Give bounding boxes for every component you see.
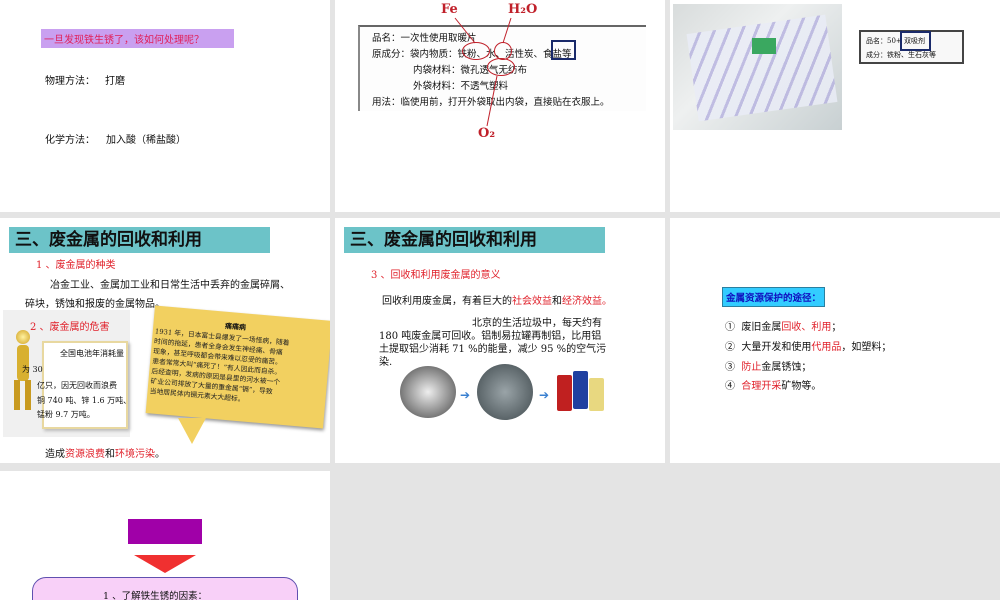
can-red xyxy=(557,375,572,411)
section-heading-hazards: 2 、废金属的危害 xyxy=(30,322,110,333)
slide-thumbnail-4[interactable]: 三、废金属的回收和利用 1 、废金属的种类 冶金工业、金属加工业和日常生活中丢弃… xyxy=(0,218,330,463)
section-heading-significance: 3 、回收和利用废金属的意义 xyxy=(371,270,501,281)
can-gold xyxy=(589,378,604,411)
factors-text: 1 、了解铁生锈的因素： xyxy=(103,591,208,600)
slide-thumbnail-6[interactable]: 金属资源保护的途径： ① 废旧金属回收、利用； ② 大量开发和使用代用品，如塑料… xyxy=(670,218,1000,463)
slide-title: 三、废金属的回收和利用 xyxy=(344,227,605,253)
result-a: 资源浪费 xyxy=(65,449,105,460)
slide-thumbnail-1[interactable]: 一旦发现铁生锈了，该如何处理呢？ 物理方法： 打磨 化学方法： 加入酸（稀盐酸） xyxy=(0,0,330,212)
protection-item-3: ③ 防止金属锈蚀； xyxy=(725,362,812,373)
slide-title: 三、废金属的回收和利用 xyxy=(9,227,270,253)
physical-method-value: 打磨 xyxy=(105,76,125,87)
board-text: 全国电池年消耗量 xyxy=(60,349,124,358)
section-heading-types: 1 、废金属的种类 xyxy=(36,260,116,271)
question-banner: 一旦发现铁生锈了，该如何处理呢？ xyxy=(41,29,234,48)
protection-item-1: ① 废旧金属回收、利用； xyxy=(725,322,842,333)
result-prefix: 造成 xyxy=(45,449,65,460)
result-b: 环境污染 xyxy=(115,449,155,460)
protection-item-2: ② 大量开发和使用代用品，如塑料； xyxy=(725,342,892,353)
arrow-right-icon: ➔ xyxy=(460,388,471,402)
board-text: 铜 740 吨、锌 1.6 万吨、 xyxy=(37,396,132,405)
intro-text: 回收利用废金属，有着巨大的社会效益和经济效益。 xyxy=(382,292,612,307)
intro-prefix: 回收利用废金属，有着巨大的 xyxy=(382,296,512,307)
packet-green-logo xyxy=(752,38,776,54)
intro-a: 社会效益 xyxy=(512,296,552,307)
slide-thumbnail-7[interactable]: 1 、了解铁生锈的因素： xyxy=(0,471,330,600)
intro-b: 经济效益 xyxy=(562,296,602,307)
callout-tail xyxy=(178,418,206,444)
arrow-right-icon: ➔ xyxy=(539,388,550,402)
down-arrow-icon xyxy=(134,555,196,573)
slide-thumbnail-5[interactable]: 三、废金属的回收和利用 3 、回收和利用废金属的意义 回收利用废金属，有着巨大的… xyxy=(335,218,665,463)
o2-label: O₂ xyxy=(478,126,496,141)
purple-title-block xyxy=(128,519,202,544)
pointer-lines xyxy=(454,17,512,127)
result-text: 造成资源浪费和环境污染。 xyxy=(45,445,165,460)
types-text: 碎块，锈蚀和报废的金属物品。 xyxy=(25,299,165,310)
result-mid: 和 xyxy=(105,449,115,460)
slide-thumbnail-2[interactable]: Fe H₂O 品名：一次性使用取暖片 原成分：袋内物质：铁粉、水、活性炭、食盐等… xyxy=(335,0,665,212)
scrap-metal-photo xyxy=(400,366,456,418)
protection-item-4: ④ 合理开采矿物等。 xyxy=(725,381,822,392)
slide-thumbnail-3[interactable]: 品名：50+ 双吸剂 成分：铁粉、生石灰等 xyxy=(670,0,1000,212)
types-text: 冶金工业、金属加工业和日常生活中丢弃的金属碎屑、 xyxy=(50,280,290,291)
highlight-box xyxy=(900,31,931,51)
chemical-method-label: 化学方法： xyxy=(45,135,95,146)
intro-mid: 和 xyxy=(552,296,562,307)
intro-end: 。 xyxy=(602,296,612,307)
board-text: 为 30 xyxy=(22,365,43,374)
board-text: 亿只，因无回收而浪费 xyxy=(37,381,117,390)
label-line-2: 成分：铁粉、生石灰等 xyxy=(866,51,936,59)
para-line: 染. xyxy=(379,357,393,368)
para-line: 土提取铝少消耗 71 %的能量，减少 95 %的空气污 xyxy=(379,344,607,355)
compressed-metal-photo xyxy=(477,364,533,420)
physical-method-label: 物理方法： xyxy=(45,76,95,87)
note-title: 痛痛病 xyxy=(224,321,247,332)
can-blue xyxy=(573,371,588,409)
result-end: 。 xyxy=(155,449,165,460)
protection-heading: 金属资源保护的途径： xyxy=(722,287,826,307)
chemical-method-value: 加入酸（稀盐酸） xyxy=(106,135,186,146)
board-text: 锰粉 9.7 万吨。 xyxy=(37,410,95,419)
